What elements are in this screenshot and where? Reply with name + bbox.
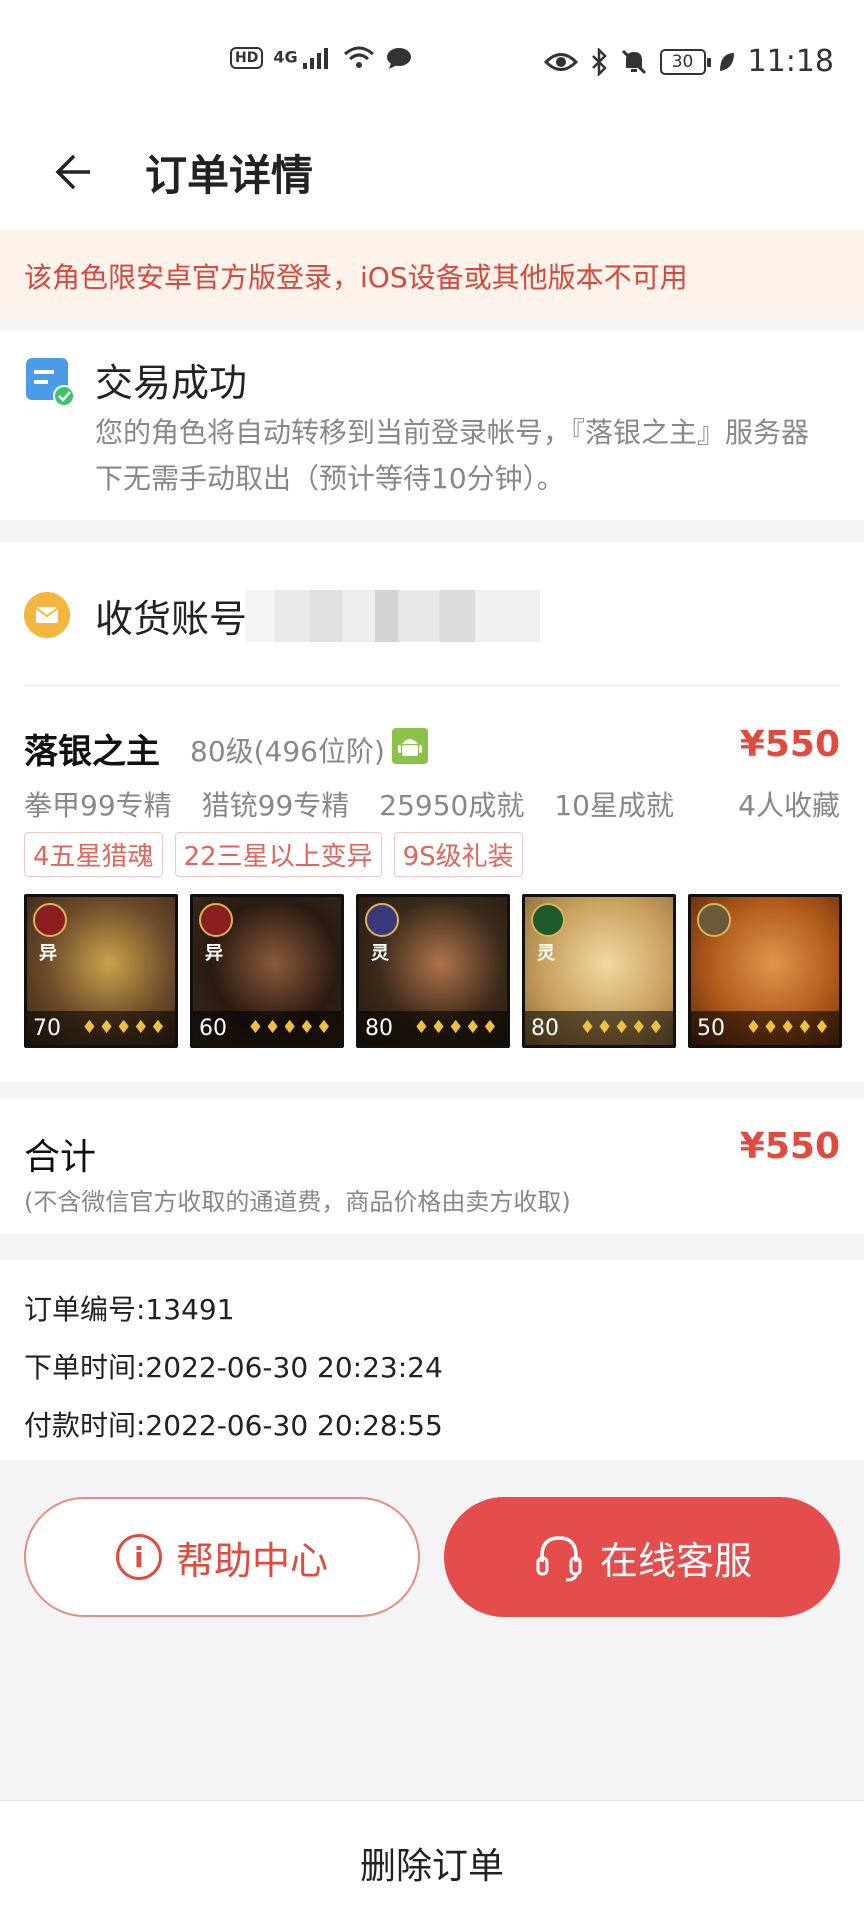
delete-order-button[interactable]: 删除订单 <box>0 1837 864 1889</box>
eye-icon <box>543 52 578 71</box>
bottom-bar: 删除订单 <box>0 1800 864 1920</box>
hero-card: 灵 80 ♦♦♦♦♦ <box>356 894 510 1048</box>
tag: 4五星猎魂 <box>24 832 163 877</box>
divider <box>24 685 840 686</box>
order-number: 订单编号:13491 <box>24 1293 235 1326</box>
network-type: 4G <box>273 47 298 67</box>
order-success-icon <box>26 358 75 407</box>
status-right: 30 11:18 <box>543 44 834 79</box>
online-service-button[interactable]: 在线客服 <box>444 1497 840 1617</box>
account-value-redacted <box>245 590 540 642</box>
tag: 9S级礼装 <box>393 832 523 877</box>
help-center-button[interactable]: i 帮助中心 <box>24 1497 420 1617</box>
hero-level: 80 <box>531 1016 559 1041</box>
product-stats: 拳甲99专精 猎铳99专精 25950成就 10星成就 <box>24 784 674 824</box>
total-note: (不含微信官方收取的通道费，商品价格由卖方收取) <box>24 1188 571 1216</box>
hero-card: 异 60 ♦♦♦♦♦ <box>190 894 344 1048</box>
envelope-icon <box>24 592 70 638</box>
hero-card: 50 ♦♦♦♦♦ <box>688 894 842 1048</box>
hero-level: 60 <box>199 1016 227 1041</box>
character-level: 80级(496位阶) <box>190 735 385 768</box>
status-description: 您的角色将自动转移到当前登录帐号，『落银之主』服务器下无需手动取出（预计等待10… <box>95 416 810 495</box>
android-icon <box>392 728 428 764</box>
product-tags: 4五星猎魂 22三星以上变异 9S级礼装 <box>24 832 523 877</box>
hero-class-badge <box>365 903 399 937</box>
account-label: 收货账号 <box>95 597 248 641</box>
info-icon: i <box>115 1534 162 1580</box>
help-center-label: 帮助中心 <box>175 1538 328 1583</box>
platform-notice: 该角色限安卓官方版登录，iOS设备或其他版本不可用 <box>0 230 864 318</box>
status-bar: HD 4G 30 11:18 <box>0 0 864 120</box>
order-time: 下单时间:2022-06-30 20:23:24 <box>24 1351 443 1384</box>
app-header: 订单详情 <box>0 120 864 230</box>
hero-level: 80 <box>365 1016 393 1041</box>
leaf-icon <box>719 52 734 71</box>
message-icon <box>387 48 412 69</box>
signal-icon: 4G <box>273 47 333 69</box>
status-title: 交易成功 <box>95 361 248 405</box>
total-price: ¥550 <box>739 1126 840 1167</box>
clock: 11:18 <box>747 44 834 79</box>
hero-card: 异 70 ♦♦♦♦♦ <box>24 894 178 1048</box>
status-left: HD 4G <box>230 46 413 70</box>
hero-level: 70 <box>33 1016 61 1041</box>
hero-type: 异 <box>205 943 223 964</box>
hero-list: 异 70 ♦♦♦♦♦ 异 60 ♦♦♦♦♦ 灵 80 ♦♦♦♦♦ 灵 80 ♦♦♦♦♦ 50 ♦♦♦♦♦ <box>24 894 842 1048</box>
stat-item: 猎铳99专精 <box>201 789 350 822</box>
total-card: 合计 (不含微信官方收取的通道费，商品价格由卖方收取) ¥550 <box>0 1098 864 1234</box>
hero-class-badge <box>531 903 565 937</box>
trade-status-card: 交易成功 您的角色将自动转移到当前登录帐号，『落银之主』服务器下无需手动取出（预… <box>0 330 864 520</box>
online-service-label: 在线客服 <box>599 1538 752 1583</box>
star-icon: ♦♦♦♦♦ <box>81 1017 167 1038</box>
hero-card: 灵 80 ♦♦♦♦♦ <box>522 894 676 1048</box>
order-info: 订单编号:13491 下单时间:2022-06-30 20:23:24 付款时间… <box>0 1260 864 1460</box>
bluetooth-icon <box>591 47 607 76</box>
page-title: 订单详情 <box>145 151 314 200</box>
total-label: 合计 <box>24 1137 97 1178</box>
pay-time: 付款时间:2022-06-30 20:28:55 <box>24 1409 443 1442</box>
star-icon: ♦♦♦♦♦ <box>413 1017 499 1038</box>
hero-type: 灵 <box>371 943 389 964</box>
hero-class-badge <box>199 903 233 937</box>
back-arrow-icon[interactable] <box>40 144 96 200</box>
mute-icon <box>621 49 646 74</box>
hero-class-badge <box>697 903 731 937</box>
headset-icon <box>536 1536 582 1582</box>
hero-level: 50 <box>697 1016 725 1041</box>
star-icon: ♦♦♦♦♦ <box>745 1017 831 1038</box>
tag: 22三星以上变异 <box>174 832 382 877</box>
stat-item: 拳甲99专精 <box>24 789 172 822</box>
hero-type: 灵 <box>537 943 555 964</box>
product-price: ¥550 <box>739 724 840 765</box>
hero-type: 异 <box>39 943 57 964</box>
hero-class-badge <box>33 903 67 937</box>
star-icon: ♦♦♦♦♦ <box>247 1017 333 1038</box>
notice-text: 该角色限安卓官方版登录，iOS设备或其他版本不可用 <box>24 261 688 294</box>
star-icon: ♦♦♦♦♦ <box>579 1017 665 1038</box>
battery-icon: 30 <box>659 48 711 75</box>
stat-item: 25950成就 <box>379 789 525 822</box>
favorite-count: 4人收藏 <box>738 789 840 822</box>
wifi-icon <box>344 46 375 68</box>
game-name: 落银之主 <box>24 732 160 772</box>
product-card: 收货账号 落银之主 80级(496位阶) ¥550 拳甲99专精 猎铳99专精 … <box>0 542 864 1082</box>
hd-icon: HD <box>230 47 264 69</box>
stat-item: 10星成就 <box>554 789 674 822</box>
